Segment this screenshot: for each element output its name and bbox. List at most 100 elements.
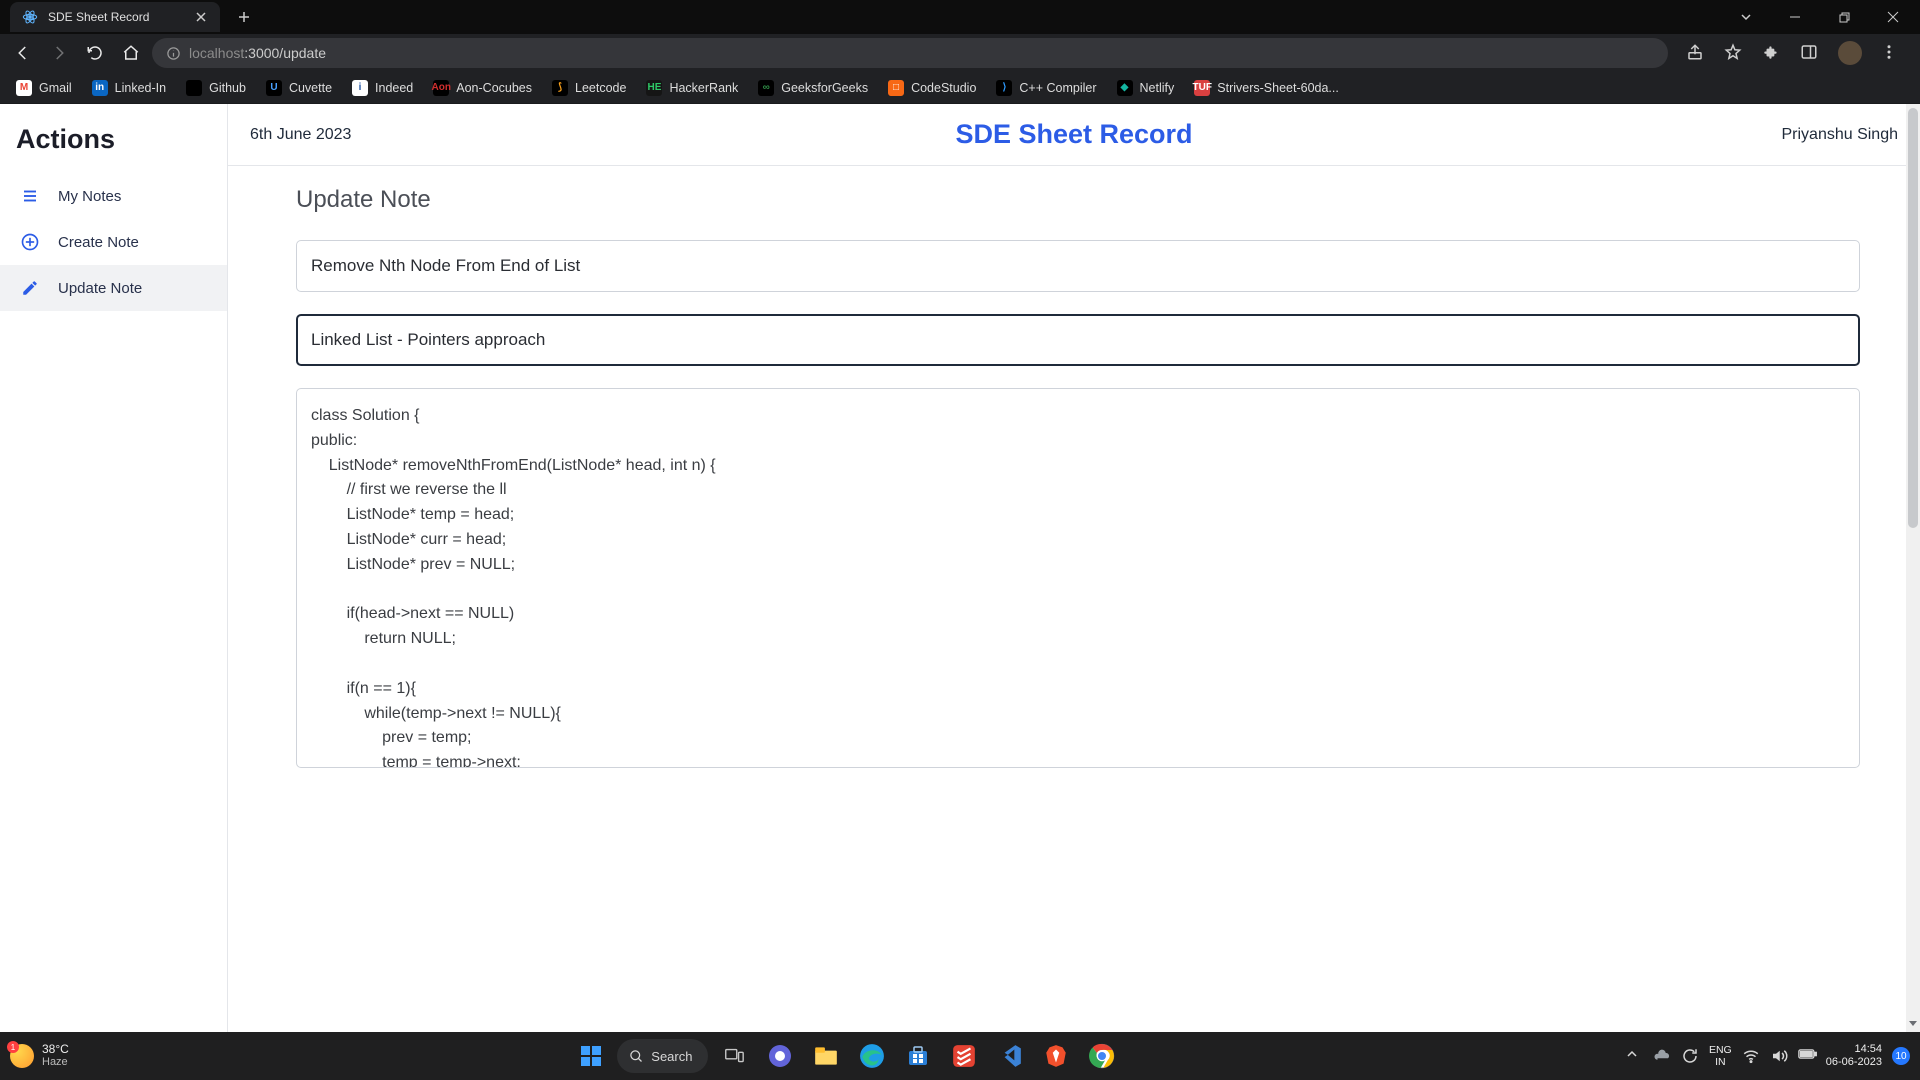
page-scrollbar[interactable] xyxy=(1906,104,1920,1032)
weather-icon: 1 xyxy=(10,1044,34,1068)
profile-avatar-icon[interactable] xyxy=(1838,41,1862,65)
pencil-icon xyxy=(20,278,40,298)
bookmark-favicon: U xyxy=(266,80,282,96)
bookmark-label: C++ Compiler xyxy=(1019,81,1096,95)
info-icon xyxy=(166,46,181,61)
app-title: SDE Sheet Record xyxy=(955,119,1192,150)
bookmark-favicon: ⟆ xyxy=(552,80,568,96)
notification-badge[interactable]: 10 xyxy=(1892,1047,1910,1065)
sidebar-item-update-note[interactable]: Update Note xyxy=(0,265,227,311)
sidebar-item-label: Create Note xyxy=(58,234,139,251)
weather-temp: 38°C xyxy=(42,1043,69,1056)
menu-icon[interactable] xyxy=(1880,43,1900,63)
tray-overflow-icon[interactable] xyxy=(1625,1047,1643,1065)
bookmark-label: HackerRank xyxy=(669,81,738,95)
bookmark-item[interactable]: MGmail xyxy=(8,76,80,100)
browser-tab[interactable]: SDE Sheet Record xyxy=(10,2,220,32)
taskbar-app-explorer[interactable] xyxy=(806,1036,846,1076)
bookmark-item[interactable]: ⟆ Leetcode xyxy=(544,76,634,100)
notes-icon xyxy=(20,186,40,206)
bookmark-item[interactable]: Github xyxy=(178,76,254,100)
close-icon[interactable] xyxy=(194,10,208,24)
taskbar-search[interactable]: Search xyxy=(617,1039,708,1073)
new-tab-button[interactable] xyxy=(230,3,258,31)
bookmark-item[interactable]: TUF Strivers-Sheet-60da... xyxy=(1186,76,1347,100)
bookmark-item[interactable]: Aon Aon-Cocubes xyxy=(425,76,540,100)
bookmark-label: Github xyxy=(209,81,246,95)
taskbar: 1 38°C Haze Search ENG IN 14 xyxy=(0,1032,1920,1080)
sidebar-item-create-note[interactable]: Create Note xyxy=(0,219,227,265)
update-icon[interactable] xyxy=(1681,1047,1699,1065)
onedrive-icon[interactable] xyxy=(1653,1047,1671,1065)
scroll-down-icon[interactable] xyxy=(1906,1016,1920,1030)
bookmark-label: CodeStudio xyxy=(911,81,976,95)
home-button[interactable] xyxy=(116,38,146,68)
bookmark-star-icon[interactable] xyxy=(1724,43,1744,63)
bookmarks-bar: MGmailinLinked-InGithubUCuvetteiIndeedAo… xyxy=(0,72,1920,104)
topbar: 6th June 2023 SDE Sheet Record Priyanshu… xyxy=(228,104,1920,166)
sidebar-title: Actions xyxy=(0,104,227,173)
reload-button[interactable] xyxy=(80,38,110,68)
taskbar-app-brave[interactable] xyxy=(1036,1036,1076,1076)
bookmark-label: GeeksforGeeks xyxy=(781,81,868,95)
volume-icon[interactable] xyxy=(1770,1047,1788,1065)
share-icon[interactable] xyxy=(1686,43,1706,63)
search-icon xyxy=(629,1049,644,1064)
content-area: Update Note xyxy=(228,166,1920,1032)
tab-search-button[interactable] xyxy=(1723,2,1769,32)
page-viewport: Actions My Notes Create Note Update Note… xyxy=(0,104,1920,1032)
task-view-button[interactable] xyxy=(714,1036,754,1076)
bookmark-item[interactable]: ◆ Netlify xyxy=(1109,76,1183,100)
bookmark-label: Netlify xyxy=(1140,81,1175,95)
sidebar-item-my-notes[interactable]: My Notes xyxy=(0,173,227,219)
bookmark-favicon: in xyxy=(92,80,108,96)
bookmark-item[interactable]: □CodeStudio xyxy=(880,76,984,100)
sidebar: Actions My Notes Create Note Update Note xyxy=(0,104,228,1032)
taskbar-clock[interactable]: 14:54 06-06-2023 xyxy=(1826,1043,1882,1069)
bookmark-item[interactable]: inLinked-In xyxy=(84,76,174,100)
close-window-button[interactable] xyxy=(1870,2,1916,32)
bookmark-label: Aon-Cocubes xyxy=(456,81,532,95)
taskbar-app-todoist[interactable] xyxy=(944,1036,984,1076)
maximize-button[interactable] xyxy=(1821,2,1867,32)
note-topic-input[interactable] xyxy=(296,314,1860,366)
url-text: localhost:3000/update xyxy=(189,45,326,61)
taskbar-weather[interactable]: 1 38°C Haze xyxy=(10,1043,69,1069)
weather-desc: Haze xyxy=(42,1056,69,1069)
bookmark-item[interactable]: ⟩ C++ Compiler xyxy=(988,76,1104,100)
bookmark-item[interactable]: UCuvette xyxy=(258,76,340,100)
back-button[interactable] xyxy=(8,38,38,68)
bookmark-label: Strivers-Sheet-60da... xyxy=(1217,81,1339,95)
system-tray: ENG IN 14:54 06-06-2023 10 xyxy=(1625,1043,1910,1069)
extensions-icon[interactable] xyxy=(1762,43,1782,63)
minimize-button[interactable] xyxy=(1772,2,1818,32)
user-name: Priyanshu Singh xyxy=(1781,126,1898,144)
bookmark-item[interactable]: HEHackerRank xyxy=(638,76,746,100)
battery-icon[interactable] xyxy=(1798,1047,1816,1065)
page-heading: Update Note xyxy=(296,186,1860,214)
bookmark-favicon: TUF xyxy=(1194,80,1210,96)
main-area: 6th June 2023 SDE Sheet Record Priyanshu… xyxy=(228,104,1920,1032)
bookmark-item[interactable]: ∞GeeksforGeeks xyxy=(750,76,876,100)
start-button[interactable] xyxy=(571,1036,611,1076)
forward-button[interactable] xyxy=(44,38,74,68)
bookmark-favicon: ◆ xyxy=(1117,80,1133,96)
language-indicator[interactable]: ENG IN xyxy=(1709,1044,1732,1068)
bookmark-label: Indeed xyxy=(375,81,413,95)
bookmark-item[interactable]: iIndeed xyxy=(344,76,421,100)
note-title-input[interactable] xyxy=(296,240,1860,292)
search-placeholder: Search xyxy=(651,1049,692,1064)
bookmark-favicon: ⟩ xyxy=(996,80,1012,96)
address-bar[interactable]: localhost:3000/update xyxy=(152,38,1668,68)
taskbar-app-edge[interactable] xyxy=(852,1036,892,1076)
bookmark-favicon: Aon xyxy=(433,80,449,96)
bookmark-label: Leetcode xyxy=(575,81,626,95)
wifi-icon[interactable] xyxy=(1742,1047,1760,1065)
taskbar-app-chrome[interactable] xyxy=(1082,1036,1122,1076)
taskbar-app-chat[interactable] xyxy=(760,1036,800,1076)
taskbar-app-store[interactable] xyxy=(898,1036,938,1076)
note-code-textarea[interactable] xyxy=(296,388,1860,768)
sidepanel-icon[interactable] xyxy=(1800,43,1820,63)
taskbar-app-vscode[interactable] xyxy=(990,1036,1030,1076)
scrollbar-thumb[interactable] xyxy=(1908,108,1918,528)
